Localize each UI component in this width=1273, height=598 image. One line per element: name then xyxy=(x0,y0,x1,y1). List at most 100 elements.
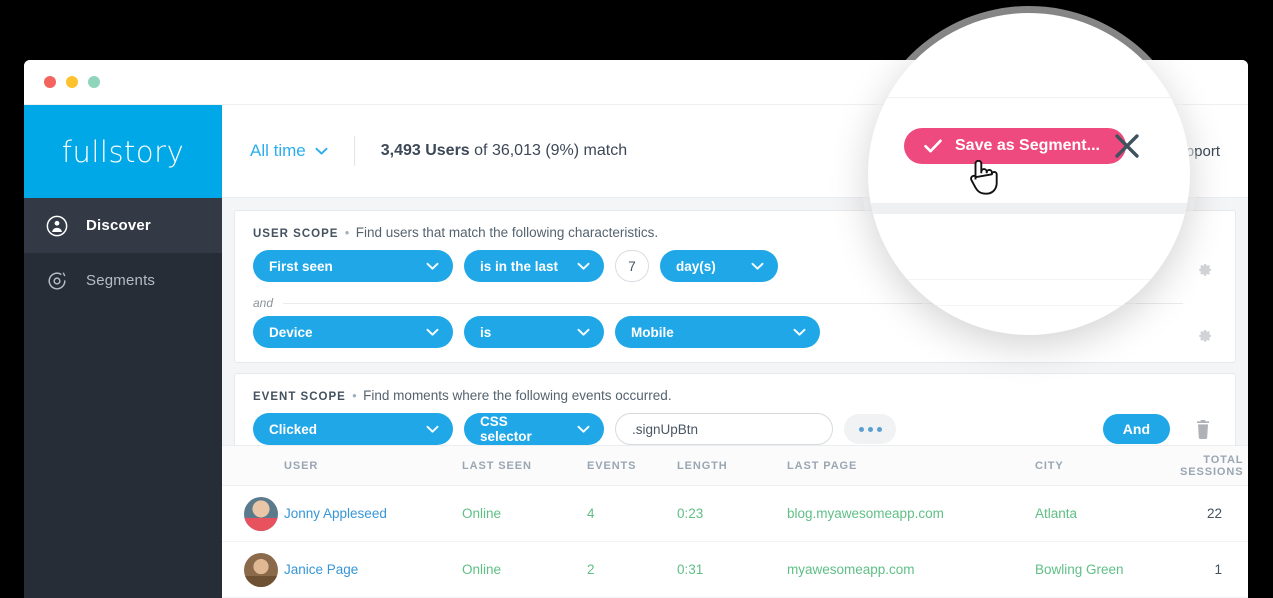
cell-last-page: blog.myawesomeapp.com xyxy=(787,506,944,521)
chevron-down-icon xyxy=(577,325,590,340)
dot xyxy=(867,426,873,432)
user-scope-description: Find users that match the following char… xyxy=(355,225,659,240)
cell-city: Atlanta xyxy=(1035,506,1078,521)
users-table: USER LAST SEEN EVENTS LENGTH LAST PAGE C… xyxy=(222,445,1248,598)
user-scope-field-label-1: First seen xyxy=(269,258,333,274)
brand-logo: fullstory xyxy=(24,105,222,198)
event-scope-separator: • xyxy=(352,389,357,403)
user-scope-value-select-2[interactable]: Mobile xyxy=(615,316,820,348)
user-scope-field-label-2: Device xyxy=(269,324,313,340)
user-scope-operator-select-2[interactable]: is xyxy=(464,316,604,348)
user-scope-operator-select-1[interactable]: is in the last xyxy=(464,250,604,282)
user-circle-icon xyxy=(46,215,68,237)
event-scope-row: Clicked CSS selector .signUpBtn And xyxy=(235,407,1235,445)
event-scope-header: EVENT SCOPE • Find moments where the fol… xyxy=(235,374,1235,407)
close-x-icon[interactable] xyxy=(1114,133,1140,159)
cell-events: 2 xyxy=(587,562,595,577)
more-options-button[interactable] xyxy=(844,414,897,444)
brand-logo-text: fullstory xyxy=(61,134,185,169)
cell-last-seen: Online xyxy=(462,506,502,521)
gear-icon[interactable] xyxy=(1197,262,1213,278)
chevron-down-icon xyxy=(577,422,590,437)
maximize-window-button[interactable] xyxy=(88,76,100,88)
dot xyxy=(876,426,882,432)
save-as-segment-label: Save as Segment... xyxy=(955,137,1100,154)
trash-icon[interactable] xyxy=(1195,419,1211,439)
sidebar-item-discover-label: Discover xyxy=(86,217,151,234)
user-scope-conjunction-label: and xyxy=(253,296,274,310)
event-scope-description: Find moments where the following events … xyxy=(363,388,672,403)
save-as-segment-button[interactable]: Save as Segment... xyxy=(904,128,1126,164)
sidebar-item-segments[interactable]: Segments xyxy=(24,253,222,308)
table-row[interactable]: Jonny Appleseed Online 4 0:23 blog.myawe… xyxy=(222,486,1248,542)
add-and-condition-button[interactable]: And xyxy=(1102,414,1170,444)
magnified-divider-top xyxy=(868,97,1190,98)
match-summary: 3,493 Users of 36,013 (9%) match xyxy=(381,142,627,160)
date-range-selector[interactable]: All time xyxy=(250,141,328,161)
chevron-down-icon xyxy=(426,422,439,437)
event-scope-panel: EVENT SCOPE • Find moments where the fol… xyxy=(234,373,1236,445)
user-scope-operator-label-2: is xyxy=(480,324,492,340)
table-header-user[interactable]: USER xyxy=(284,460,462,472)
user-scope-operator-label-1: is in the last xyxy=(480,258,559,274)
cell-total-sessions: 1 xyxy=(1214,562,1222,577)
chevron-down-icon xyxy=(577,259,590,274)
magnified-divider-2 xyxy=(908,305,1166,306)
cell-total-sessions: 22 xyxy=(1206,506,1222,521)
match-suffix: of 36,013 (9%) match xyxy=(469,142,628,159)
user-scope-field-select-2[interactable]: Device xyxy=(253,316,453,348)
cell-length: 0:23 xyxy=(677,506,704,521)
table-header-last-page[interactable]: LAST PAGE xyxy=(787,460,1035,472)
target-circle-icon xyxy=(46,270,68,292)
cell-city: Bowling Green xyxy=(1035,562,1124,577)
date-range-label: All time xyxy=(250,141,306,160)
gear-icon[interactable] xyxy=(1197,328,1213,344)
chevron-down-icon xyxy=(315,141,328,161)
dot xyxy=(858,426,864,432)
cell-user[interactable]: Jonny Appleseed xyxy=(284,506,462,521)
cell-events: 4 xyxy=(587,506,595,521)
avatar-cell xyxy=(222,552,284,587)
user-scope-number-input-1[interactable]: 7 xyxy=(615,250,649,282)
table-header-last-seen[interactable]: LAST SEEN xyxy=(462,460,587,472)
chevron-down-icon xyxy=(751,259,764,274)
user-scope-unit-label-1: day(s) xyxy=(676,258,716,274)
avatar xyxy=(244,496,278,531)
check-icon xyxy=(924,139,942,153)
event-target-type-label: CSS selector xyxy=(480,414,532,444)
table-header-row: USER LAST SEEN EVENTS LENGTH LAST PAGE C… xyxy=(222,446,1248,486)
event-scope-title: EVENT SCOPE xyxy=(253,391,346,403)
event-action-label: Clicked xyxy=(269,421,318,437)
chevron-down-icon xyxy=(793,325,806,340)
user-scope-title: USER SCOPE xyxy=(253,228,339,240)
event-target-type-select[interactable]: CSS selector xyxy=(464,413,604,445)
css-selector-input[interactable]: .signUpBtn xyxy=(615,413,834,445)
sidebar-item-segments-label: Segments xyxy=(86,272,156,289)
cell-length: 0:31 xyxy=(677,562,704,577)
cell-user[interactable]: Janice Page xyxy=(284,562,462,577)
minimize-window-button[interactable] xyxy=(66,76,78,88)
table-header-length[interactable]: LENGTH xyxy=(677,460,787,472)
sidebar-item-discover[interactable]: Discover xyxy=(24,198,222,253)
event-action-select[interactable]: Clicked xyxy=(253,413,453,445)
user-scope-unit-select-1[interactable]: day(s) xyxy=(660,250,778,282)
avatar-cell xyxy=(222,496,284,531)
table-header-events[interactable]: EVENTS xyxy=(587,460,677,472)
magnifier-overlay: Save as Segment... xyxy=(868,13,1190,335)
chevron-down-icon xyxy=(426,325,439,340)
user-scope-value-label-2: Mobile xyxy=(631,324,674,340)
magnified-bar xyxy=(868,203,1190,214)
magnified-divider-1 xyxy=(868,279,1190,280)
cell-last-page: myawesomeapp.com xyxy=(787,562,915,577)
table-header-total-sessions[interactable]: TOTAL SESSIONS xyxy=(1180,454,1248,478)
close-window-button[interactable] xyxy=(44,76,56,88)
sidebar: fullstory Discover Segments xyxy=(24,105,222,598)
table-row[interactable]: Janice Page Online 2 0:31 myawesomeapp.c… xyxy=(222,542,1248,598)
avatar xyxy=(244,552,278,587)
user-scope-field-select-1[interactable]: First seen xyxy=(253,250,453,282)
match-count: 3,493 Users xyxy=(380,142,470,159)
cell-last-seen: Online xyxy=(462,562,502,577)
table-header-city[interactable]: CITY xyxy=(1035,460,1180,472)
user-scope-separator: • xyxy=(344,226,350,240)
topbar-divider xyxy=(353,136,355,166)
